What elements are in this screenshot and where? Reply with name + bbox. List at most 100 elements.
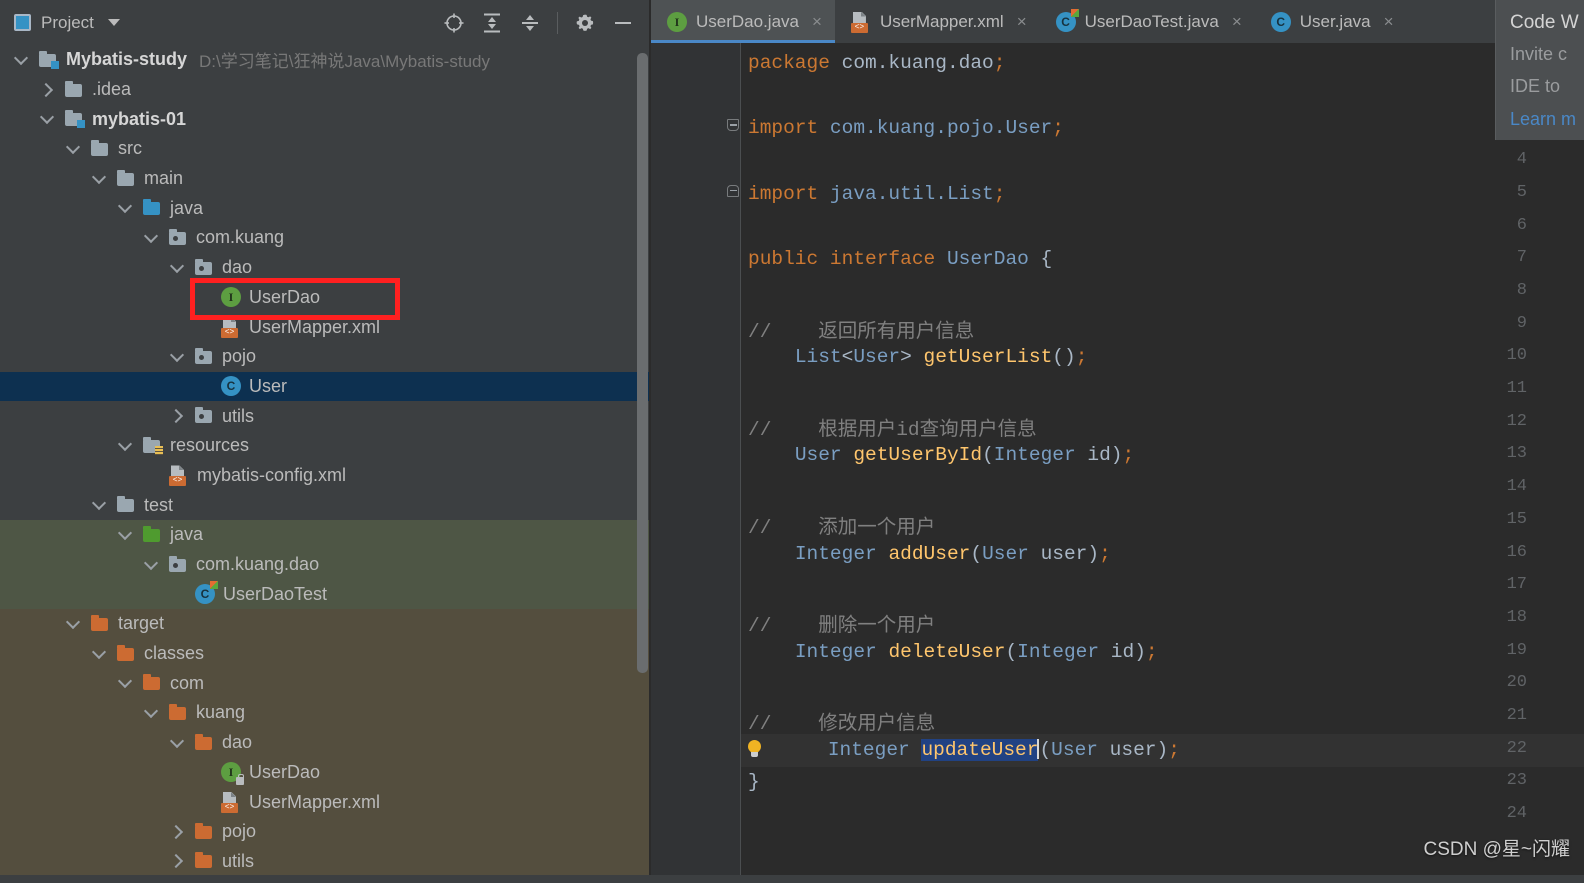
package-icon [169, 228, 188, 246]
code-line-3[interactable]: import com.kuang.pojo.User; [748, 117, 1064, 139]
tree-node-utils[interactable]: utils [0, 401, 650, 431]
tree-node-com[interactable]: com [0, 668, 650, 699]
chevron-right-icon[interactable] [40, 82, 56, 98]
chevron-down-icon[interactable] [92, 497, 108, 513]
folder-icon [143, 199, 162, 216]
code-line-19[interactable]: Integer deleteUser(Integer id); [748, 641, 1158, 663]
tree-node-utils[interactable]: utils [0, 846, 650, 877]
chevron-right-icon[interactable] [170, 408, 186, 424]
tree-node-userdao[interactable]: I UserDao [0, 283, 650, 313]
chevron-down-icon[interactable] [170, 349, 186, 365]
tree-node-dao[interactable]: dao [0, 253, 650, 283]
code-line-10[interactable]: List<User> getUserList(); [748, 346, 1088, 369]
code-line-16[interactable]: Integer addUser(User user); [748, 543, 1111, 565]
code-line-12[interactable]: // 根据用户id查询用户信息 [748, 412, 1037, 441]
code-editor[interactable]: 1package com.kuang.dao;23import com.kuan… [651, 43, 1584, 883]
editor-tab-usermapper-xml[interactable]: <> UserMapper.xml × [834, 0, 1040, 43]
tree-node--idea[interactable]: .idea [0, 75, 650, 105]
code-line-18[interactable]: // 删除一个用户 [748, 608, 935, 637]
tree-node-pojo[interactable]: pojo [0, 816, 650, 847]
project-tree-scrollbar[interactable] [637, 53, 648, 673]
chevron-down-icon[interactable] [118, 527, 134, 543]
settings-gear-icon[interactable] [574, 12, 596, 34]
learn-more-link[interactable]: Learn m [1510, 109, 1584, 130]
tree-node-user[interactable]: C User [0, 371, 650, 402]
editor-gutter[interactable] [651, 43, 740, 883]
tree-node-classes[interactable]: classes [0, 638, 650, 669]
close-icon[interactable]: × [1384, 13, 1394, 30]
locate-in-tree-icon[interactable] [443, 12, 465, 34]
editor-tab-user-java[interactable]: C User.java × [1254, 0, 1407, 43]
tree-node-src[interactable]: src [0, 134, 650, 164]
expand-all-icon[interactable] [481, 12, 503, 34]
chevron-down-icon[interactable] [144, 705, 160, 721]
chevron-down-icon[interactable] [170, 735, 186, 751]
folder-icon [169, 703, 188, 721]
code-line-22[interactable]: Integer updateUser(User user); [781, 738, 1180, 761]
line-number: 10 [1506, 346, 1527, 366]
chevron-down-icon[interactable] [92, 171, 108, 187]
tree-node-target[interactable]: target [0, 609, 650, 639]
class-icon: C [1270, 11, 1291, 32]
tree-node-test[interactable]: test [0, 490, 650, 520]
editor-tab-userdao-java[interactable]: I UserDao.java × [651, 0, 835, 43]
code-fold-bot-icon[interactable] [727, 184, 740, 200]
project-tree[interactable]: Mybatis-study D:\学习笔记\狂神说Java\Mybatis-stu… [0, 45, 650, 883]
tree-node-dao[interactable]: dao [0, 727, 650, 758]
code-line-15[interactable]: // 添加一个用户 [748, 510, 935, 539]
chevron-down-icon[interactable] [144, 230, 160, 246]
editor-tab-userdaotest-java[interactable]: C UserDaoTest.java × [1039, 0, 1255, 43]
code-line-1[interactable]: package com.kuang.dao; [748, 52, 1005, 74]
hide-panel-icon[interactable] [612, 12, 634, 34]
chevron-down-icon[interactable] [92, 646, 108, 662]
tree-node-mybatis-config-xml[interactable]: <> mybatis-config.xml [0, 461, 650, 491]
chevron-down-icon[interactable] [14, 52, 30, 68]
intention-bulb-icon[interactable] [746, 739, 763, 759]
tree-node-usermapper-xml[interactable]: <> UserMapper.xml [0, 787, 650, 817]
tree-node-userdao[interactable]: I UserDao [0, 757, 650, 788]
tree-node-resources[interactable]: resources [0, 431, 650, 461]
chevron-down-icon[interactable] [118, 200, 134, 216]
tree-node-mybatis-01[interactable]: mybatis-01 [0, 104, 650, 134]
tree-node-mybatis-study[interactable]: Mybatis-study D:\学习笔记\狂神说Java\Mybatis-stu… [0, 45, 650, 75]
chevron-down-icon[interactable] [66, 141, 82, 157]
close-icon[interactable]: × [812, 13, 822, 30]
tree-node-java[interactable]: java [0, 193, 650, 223]
close-icon[interactable]: × [1232, 13, 1242, 30]
chevron-down-icon[interactable] [107, 19, 120, 26]
tree-node-label: UserMapper.xml [249, 791, 381, 812]
tree-node-java[interactable]: java [0, 520, 650, 550]
code-line-7[interactable]: public interface UserDao { [748, 248, 1052, 270]
code-token: user) [1028, 542, 1100, 565]
line-number: 17 [1506, 575, 1527, 595]
tree-node-pojo[interactable]: pojo [0, 342, 650, 372]
code-with-me-popup[interactable]: Code W Invite c IDE to Learn m [1495, 0, 1584, 140]
tree-node-main[interactable]: main [0, 164, 650, 194]
code-token: Integer [827, 738, 910, 761]
chevron-down-icon[interactable] [118, 675, 134, 691]
line-number: 12 [1506, 411, 1527, 431]
code-line-23[interactable]: } [748, 771, 760, 793]
code-line-21[interactable]: // 修改用户信息 [748, 706, 935, 735]
tree-node-com-kuang-dao[interactable]: com.kuang.dao [0, 549, 650, 580]
code-line-9[interactable]: // 返回所有用户信息 [748, 314, 974, 343]
chevron-right-icon[interactable] [170, 853, 186, 869]
tree-node-com-kuang[interactable]: com.kuang [0, 223, 650, 253]
chevron-down-icon[interactable] [144, 557, 160, 573]
line-number: 8 [1516, 280, 1527, 300]
code-line-13[interactable]: User getUserById(Integer id); [748, 444, 1134, 466]
code-token: < [841, 346, 854, 369]
tree-node-usermapper-xml[interactable]: <> UserMapper.xml [0, 312, 650, 342]
tree-node-kuang[interactable]: kuang [0, 698, 650, 728]
collapse-all-icon[interactable] [519, 12, 541, 34]
close-icon[interactable]: × [1017, 13, 1027, 30]
chevron-down-icon[interactable] [40, 111, 56, 127]
chevron-down-icon[interactable] [118, 438, 134, 454]
chevron-down-icon[interactable] [170, 260, 186, 276]
code-fold-top-icon[interactable] [727, 119, 740, 134]
code-line-5[interactable]: import java.util.List; [748, 183, 1005, 205]
chevron-right-icon[interactable] [170, 824, 186, 840]
chevron-down-icon[interactable] [66, 616, 82, 632]
tree-node-userdaotest[interactable]: C UserDaoTest [0, 579, 650, 610]
